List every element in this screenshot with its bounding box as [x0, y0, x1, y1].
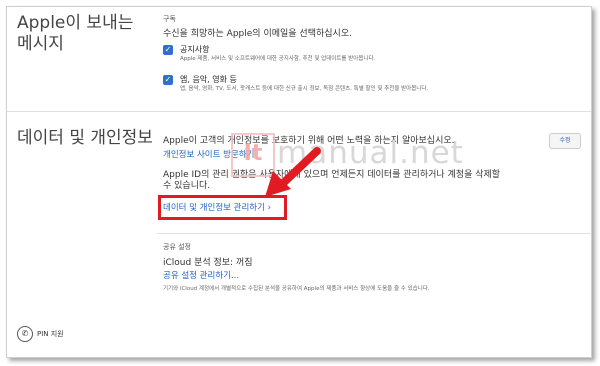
- sharing-description: 기기와 iCloud 계정에서 개별적으로 수집된 분석을 공유하여 Apple…: [163, 286, 430, 292]
- pin-support[interactable]: ✆ PIN 지원: [17, 326, 64, 342]
- icloud-analytics-status: iCloud 분석 정보: 꺼짐: [163, 258, 253, 268]
- announcements-description: Apple 제품, 서비스 및 소프트웨어에 대한 공지사항, 추천 및 업데이…: [180, 56, 376, 62]
- pin-support-label: PIN 지원: [37, 330, 64, 338]
- announcements-label: 공지사항: [180, 45, 210, 54]
- data-privacy-section-title: 데이터 및 개인정보: [17, 128, 153, 148]
- subsection-divider: [157, 233, 591, 234]
- red-arrow-icon: [265, 147, 321, 197]
- checkbox-checked-icon[interactable]: ✓: [163, 75, 173, 85]
- account-settings-page: Apple이 보내는 메시지 구독 수신을 희망하는 Apple의 이메일을 선…: [6, 6, 592, 358]
- phone-icon: ✆: [17, 326, 33, 342]
- apps-music-label: 앱, 음악, 영화 등: [180, 75, 237, 84]
- apps-music-description: 앱, 음악, 영화, TV, 도서, 팟캐스트 등에 대한 신규 출시 정보, …: [180, 86, 429, 92]
- subscribe-heading: 구독: [163, 15, 176, 23]
- subscribe-description: 수신을 희망하는 Apple의 이메일을 선택하십시오.: [163, 29, 352, 39]
- edit-button[interactable]: 수정: [549, 133, 581, 149]
- apps-music-checkbox-row[interactable]: ✓ 앱, 음악, 영화 등 앱, 음악, 영화, TV, 도서, 팟캐스트 등에…: [163, 75, 428, 94]
- messages-section-title: Apple이 보내는 메시지: [17, 13, 134, 54]
- section-divider: [7, 111, 591, 112]
- manage-sharing-link[interactable]: 공유 설정 관리하기...: [163, 269, 239, 281]
- checkbox-checked-icon[interactable]: ✓: [163, 45, 173, 55]
- announcements-checkbox-row[interactable]: ✓ 공지사항 Apple 제품, 서비스 및 소프트웨어에 대한 공지사항, 추…: [163, 45, 375, 64]
- sharing-heading: 공유 설정: [163, 243, 191, 251]
